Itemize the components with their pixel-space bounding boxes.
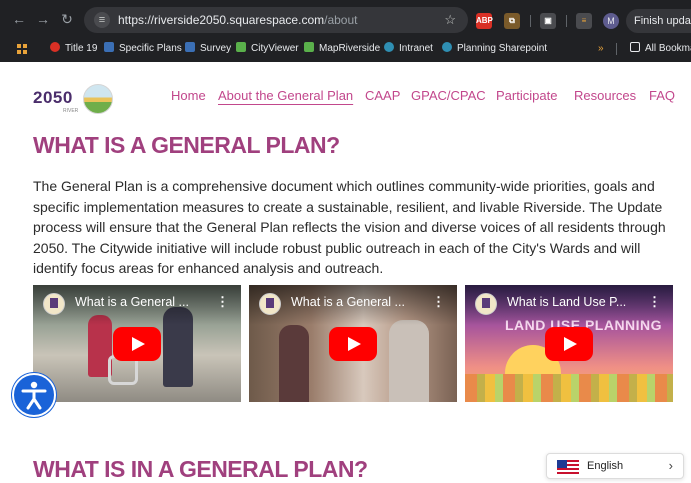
bookmark-specific-plans[interactable]: Specific Plans (104, 42, 182, 56)
tab-search-icon[interactable]: ▣ (540, 13, 556, 29)
nav-caap[interactable]: CAAP (365, 88, 400, 103)
section-heading: WHAT IS IN A GENERAL PLAN? (33, 456, 368, 482)
reload-icon[interactable]: ↻ (58, 10, 76, 28)
url-text[interactable]: https://riverside2050.squarespace.com/ab… (118, 13, 357, 27)
logo-subtext: RIVER (63, 108, 79, 114)
video-title[interactable]: What is a General ... (75, 295, 189, 309)
bookmark-label: CityViewer (251, 43, 299, 54)
us-flag-icon (557, 460, 579, 474)
bookmark-label: Survey (200, 43, 232, 54)
channel-avatar-icon[interactable] (475, 293, 497, 315)
back-arrow-icon[interactable]: ← (10, 10, 28, 28)
logo-text: 2050 (33, 88, 73, 107)
video-title[interactable]: What is a General ... (291, 295, 405, 309)
nav-about[interactable]: About the General Plan (218, 88, 353, 103)
url-path: /about (324, 13, 358, 27)
play-button-icon[interactable] (545, 326, 593, 361)
language-selector[interactable]: English › (546, 453, 684, 479)
bookmark-label: Intranet (399, 43, 433, 54)
chevron-right-icon: › (668, 458, 673, 473)
toolbar-divider (530, 15, 531, 27)
adblock-extension-icon[interactable]: ABP (476, 13, 493, 29)
map-icon (304, 42, 314, 52)
bookmark-label: Specific Plans (119, 43, 182, 54)
video-embed-1[interactable]: What is a General ... ⋮ (33, 285, 241, 402)
bookmark-survey[interactable]: Survey (185, 42, 231, 56)
nav-faq[interactable]: FAQ (649, 88, 675, 103)
thumbnail-figure (389, 320, 429, 402)
map-icon (236, 42, 246, 52)
page-heading: WHAT IS A GENERAL PLAN? (33, 132, 340, 158)
nav-resources[interactable]: Resources (574, 88, 636, 103)
bookmark-star-icon[interactable]: ☆ (444, 12, 456, 28)
bookmark-label: MapRiverside (319, 43, 381, 54)
bookmark-label: Planning Sharepoint (457, 43, 548, 54)
video-embed-3[interactable]: LAND USE PLANNING What is Land Use P... … (465, 285, 673, 402)
youtube-icon (50, 42, 60, 52)
forward-arrow-icon[interactable]: → (34, 10, 52, 28)
play-button-icon[interactable] (329, 326, 377, 361)
browser-chrome: ← → ↻ ≡ https://riverside2050.squarespac… (0, 0, 691, 62)
thumbnail-skyline (465, 374, 673, 402)
bookmark-intranet[interactable]: Intranet (384, 42, 433, 56)
bookmark-cityviewer[interactable]: CityViewer (236, 42, 299, 56)
bookmark-mapriverside[interactable]: MapRiverside (304, 42, 380, 56)
bookmark-label: All Bookma (645, 43, 691, 54)
channel-avatar-icon[interactable] (259, 293, 281, 315)
finish-update-button[interactable]: Finish update (626, 9, 691, 33)
sharepoint-icon (442, 42, 452, 52)
bookmarks-bar: Title 19 Specific Plans Survey CityViewe… (0, 38, 691, 60)
video-menu-icon[interactable]: ⋮ (648, 294, 661, 310)
channel-avatar-icon[interactable] (43, 293, 65, 315)
nav-home[interactable]: Home (171, 88, 206, 103)
bookmarks-overflow-button[interactable]: » (598, 42, 604, 56)
accessibility-icon (21, 381, 47, 410)
address-bar[interactable]: ≡ https://riverside2050.squarespace.com/… (84, 7, 468, 33)
apps-grid-icon[interactable] (17, 44, 27, 54)
nav-participate[interactable]: Participate (496, 88, 557, 103)
video-embed-2[interactable]: What is a General ... ⋮ (249, 285, 457, 402)
extension-icon[interactable]: ⧉ (504, 13, 520, 29)
profile-avatar[interactable]: M (603, 13, 619, 29)
thumbnail-figure (279, 325, 309, 402)
bookmark-label: Title 19 (65, 43, 98, 54)
reading-list-icon[interactable]: ≡ (576, 13, 592, 29)
bookmark-planning-sharepoint[interactable]: Planning Sharepoint (442, 42, 547, 56)
web-page: 2050 RIVER Home About the General Plan C… (0, 62, 691, 482)
play-button-icon[interactable] (113, 326, 161, 361)
bookmark-title-19[interactable]: Title 19 (50, 42, 97, 56)
city-seal-icon (104, 42, 114, 52)
browser-toolbar: ← → ↻ ≡ https://riverside2050.squarespac… (0, 4, 691, 36)
intro-paragraph: The General Plan is a comprehensive docu… (33, 178, 666, 276)
accessibility-button[interactable] (12, 373, 56, 417)
folder-icon (630, 42, 640, 52)
language-label: English (587, 460, 624, 472)
video-menu-icon[interactable]: ⋮ (216, 294, 229, 310)
logo-badge-icon (83, 84, 113, 114)
site-logo[interactable]: 2050 RIVER (33, 84, 115, 114)
sharepoint-icon (384, 42, 394, 52)
toolbar-divider (616, 43, 617, 55)
video-menu-icon[interactable]: ⋮ (432, 294, 445, 310)
all-bookmarks-folder[interactable]: All Bookma (630, 42, 691, 56)
url-host: https://riverside2050.squarespace.com (118, 13, 325, 27)
toolbar-divider (566, 15, 567, 27)
site-settings-icon[interactable]: ≡ (94, 12, 110, 28)
video-title[interactable]: What is Land Use P... (507, 295, 626, 309)
nav-gpac-cpac[interactable]: GPAC/CPAC (411, 88, 486, 103)
city-seal-icon (185, 42, 195, 52)
